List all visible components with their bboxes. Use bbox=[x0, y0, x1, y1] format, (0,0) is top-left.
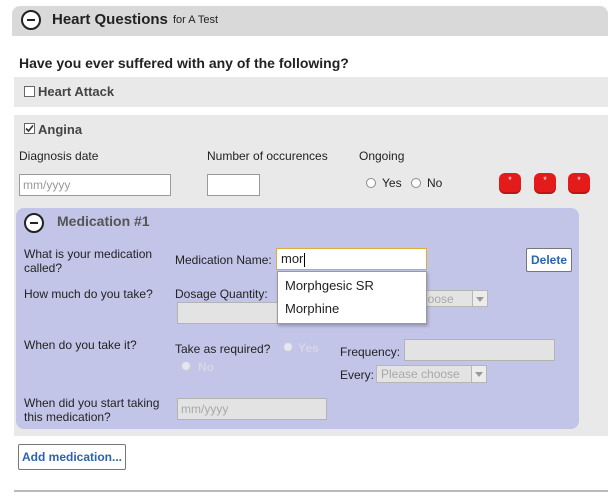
frequency-input[interactable] bbox=[404, 339, 555, 361]
ongoing-yes-label: Yes bbox=[382, 176, 402, 190]
as-required-no-label: No bbox=[198, 360, 214, 374]
medication-collapse-icon[interactable] bbox=[24, 213, 44, 233]
frequency-label: Frequency: bbox=[340, 345, 401, 359]
text-cursor bbox=[304, 252, 306, 267]
take-as-required-label: Take as required? bbox=[175, 342, 271, 356]
how-much-question: How much do you take? bbox=[24, 287, 153, 301]
section-subtitle: for A Test bbox=[173, 14, 219, 26]
angina-label: Angina bbox=[38, 122, 83, 137]
as-required-yes-label: Yes bbox=[298, 341, 319, 355]
ongoing-yes-radio[interactable] bbox=[366, 178, 376, 188]
required-icon: * bbox=[568, 173, 590, 194]
autocomplete-option[interactable]: Morphgesic SR bbox=[285, 278, 374, 293]
as-required-no-radio[interactable] bbox=[181, 361, 191, 371]
heart-attack-label: Heart Attack bbox=[38, 84, 115, 99]
chevron-down-icon bbox=[472, 291, 487, 306]
every-label: Every: bbox=[340, 368, 375, 382]
bottom-divider bbox=[14, 490, 608, 492]
ongoing-label: Ongoing bbox=[359, 149, 405, 163]
section-title: Heart Questions bbox=[52, 11, 168, 28]
medication-called-question: What is your medication called? bbox=[24, 247, 153, 275]
occurrences-label: Number of occurences bbox=[207, 149, 328, 163]
every-select[interactable]: Please choose bbox=[376, 365, 487, 383]
autocomplete-option[interactable]: Morphine bbox=[285, 301, 339, 316]
diagnosis-date-label: Diagnosis date bbox=[19, 149, 99, 163]
add-medication-button[interactable]: Add medication... bbox=[18, 444, 126, 470]
check-icon bbox=[25, 124, 34, 133]
chevron-down-icon bbox=[471, 366, 486, 382]
question-heading: Have you ever suffered with any of the f… bbox=[19, 55, 349, 71]
heart-attack-checkbox[interactable] bbox=[24, 86, 35, 97]
ongoing-no-label: No bbox=[427, 176, 443, 190]
diagnosis-date-input[interactable]: mm/yyyy bbox=[19, 174, 171, 196]
delete-button[interactable]: Delete bbox=[526, 248, 572, 272]
required-icon: * bbox=[534, 173, 556, 194]
as-required-yes-radio[interactable] bbox=[283, 342, 293, 352]
medication-heading: Medication #1 bbox=[57, 213, 150, 229]
required-icon: * bbox=[499, 173, 521, 194]
dosage-quantity-label: Dosage Quantity: bbox=[175, 287, 268, 301]
collapse-icon[interactable] bbox=[21, 10, 41, 30]
medication-name-input[interactable]: mor bbox=[276, 248, 427, 270]
autocomplete-dropdown: Morphgesic SR Morphine bbox=[277, 271, 427, 324]
when-question: When do you take it? bbox=[24, 338, 137, 352]
medication-name-label: Medication Name: bbox=[175, 253, 272, 267]
occurrences-input[interactable] bbox=[207, 174, 260, 196]
start-question: When did you start taking this medicatio… bbox=[24, 396, 160, 424]
start-date-input[interactable]: mm/yyyy bbox=[177, 398, 327, 420]
ongoing-no-radio[interactable] bbox=[411, 178, 421, 188]
angina-checkbox[interactable] bbox=[24, 123, 35, 134]
dosage-quantity-input[interactable] bbox=[177, 302, 287, 324]
